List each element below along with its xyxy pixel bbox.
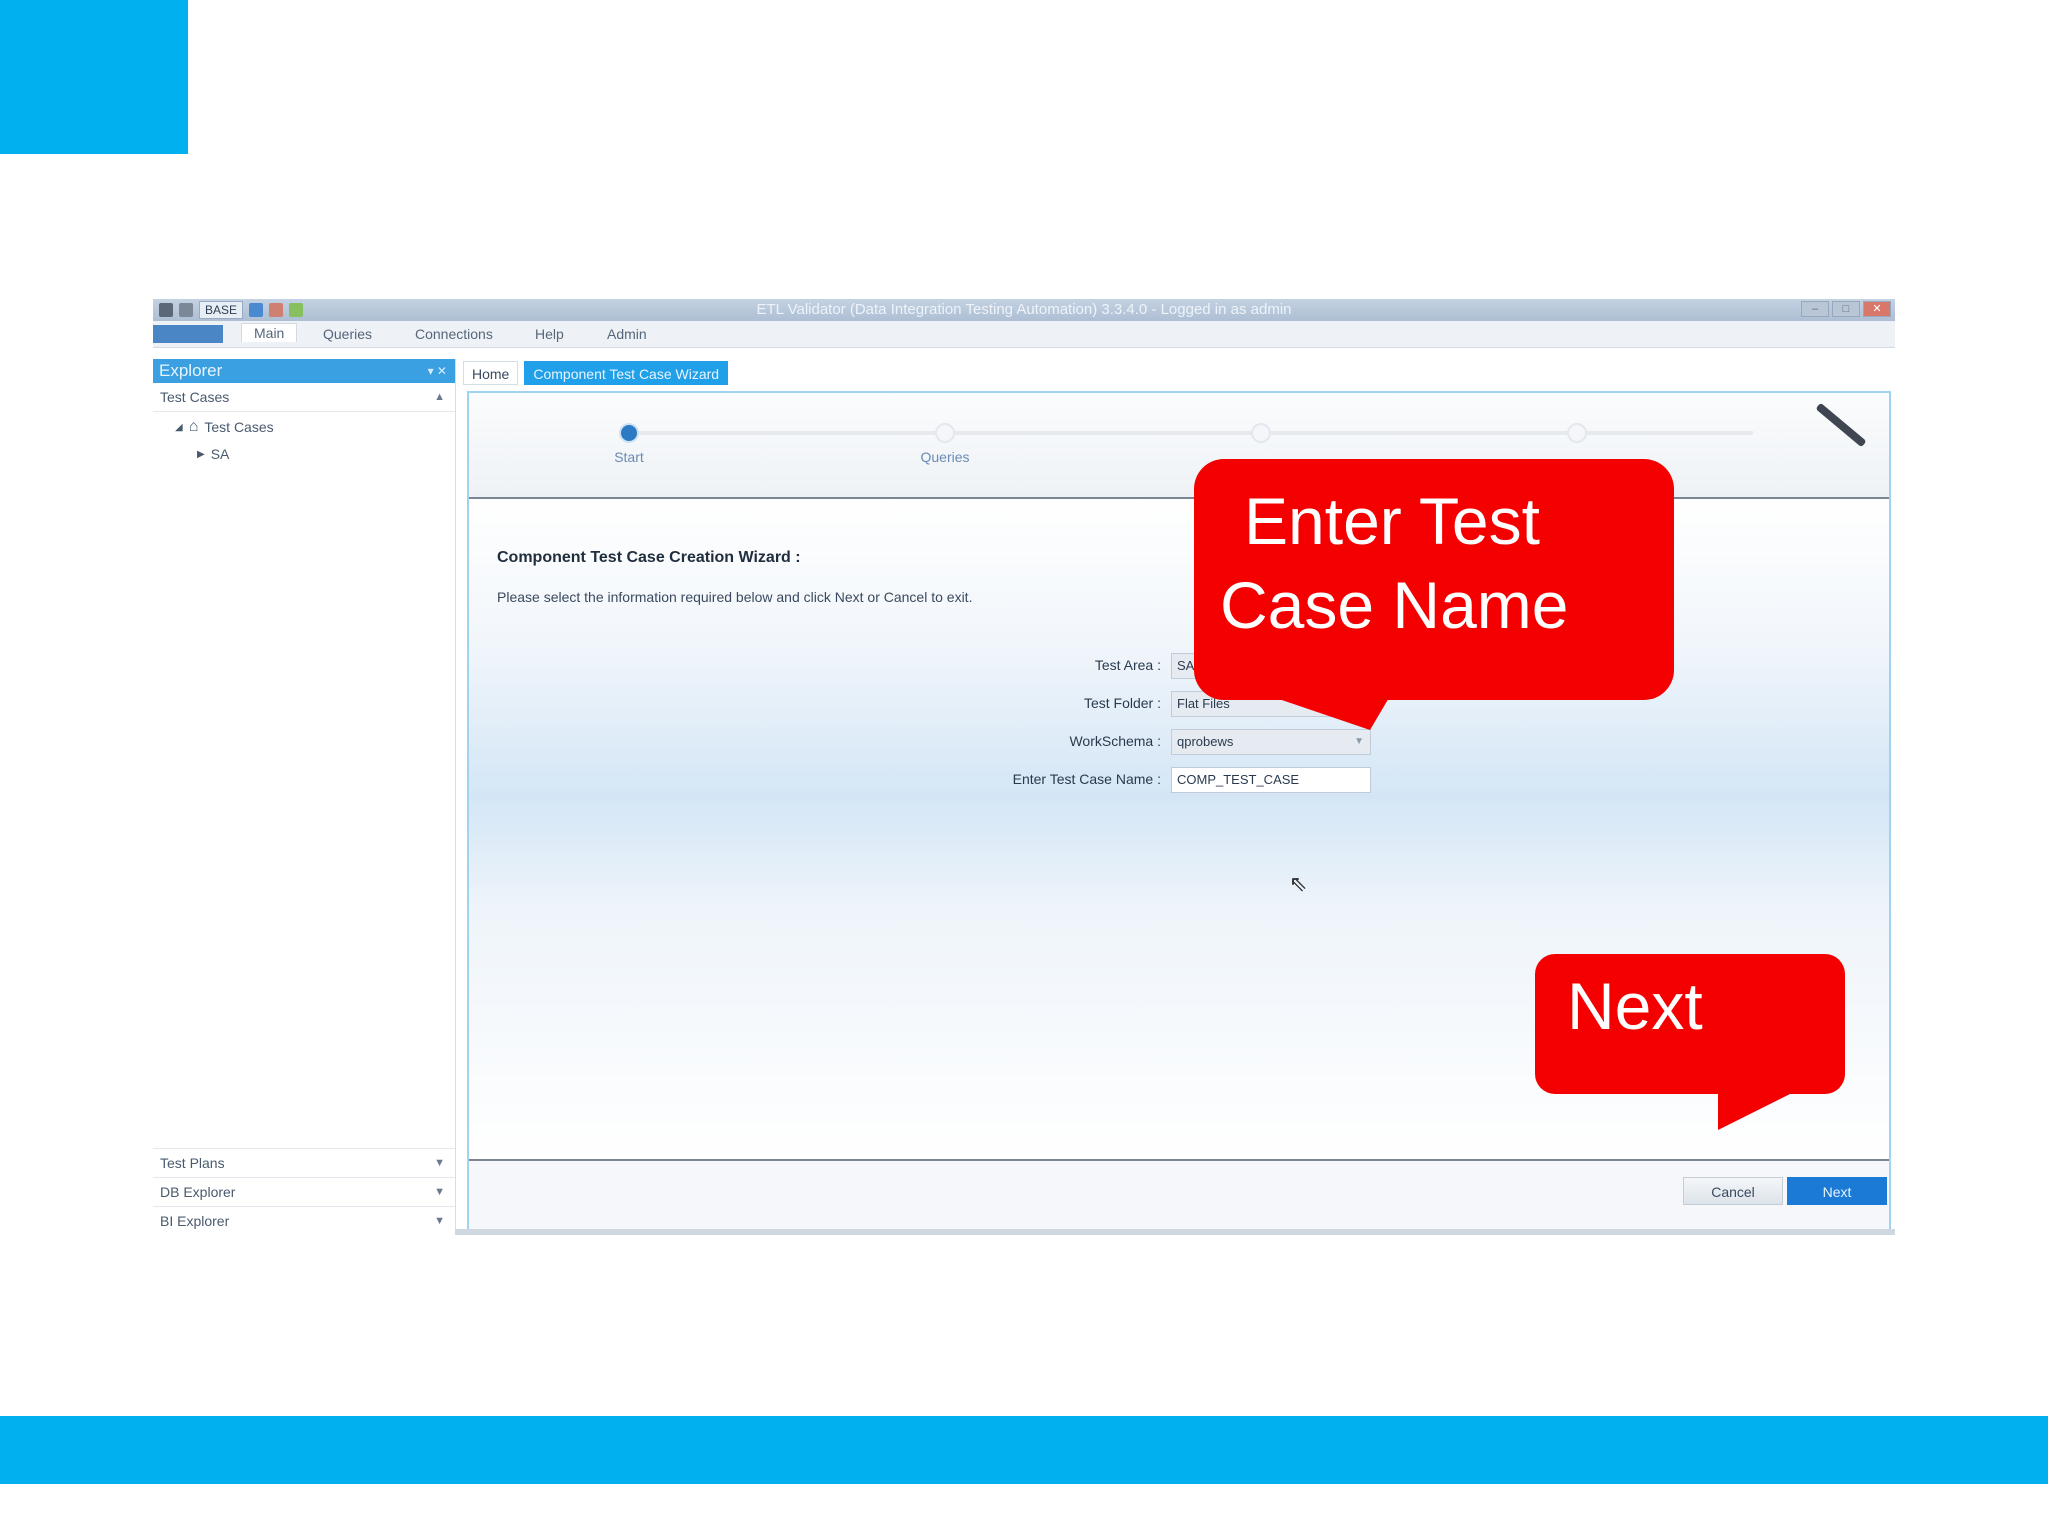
chevron-up-icon[interactable]: ▲ <box>434 383 445 411</box>
section-label: DB Explorer <box>160 1184 236 1200</box>
field-value: COMP_TEST_CASE <box>1177 772 1300 787</box>
test-cases-section[interactable]: Test Cases ▲ <box>153 383 455 412</box>
tree-node-label: Test Cases <box>204 419 274 435</box>
document-tabs: Home Component Test Case Wizard <box>463 361 729 385</box>
section-label: Test Plans <box>160 1155 225 1171</box>
callout-tail <box>1718 1090 1798 1130</box>
step-dot-4 <box>1567 423 1587 443</box>
step-label-start: Start <box>614 449 644 465</box>
slide-accent-bar <box>0 1416 2048 1484</box>
explorer-title: Explorer <box>159 361 223 380</box>
app-window: BASE ETL Validator (Data Integration Tes… <box>153 299 1895 1235</box>
wizard-instructions: Please select the information required b… <box>497 589 973 605</box>
wand-icon <box>1815 402 1867 448</box>
tree-node-sa[interactable]: ▶ SA <box>197 446 229 462</box>
explorer-header: Explorer ▾ ✕ <box>153 359 455 383</box>
tab-component-test-case-wizard[interactable]: Component Test Case Wizard <box>524 361 729 385</box>
test-area-label: Test Area : <box>1094 657 1161 673</box>
title-bar: BASE ETL Validator (Data Integration Tes… <box>153 299 1895 321</box>
tab-queries[interactable]: Queries <box>323 326 372 342</box>
callout-enter-test-case-name: Enter Test Case Name <box>1194 459 1674 700</box>
callout-tail <box>1270 696 1390 730</box>
tab-admin[interactable]: Admin <box>607 326 647 342</box>
workschema-label: WorkSchema : <box>1069 733 1161 749</box>
step-dot-3 <box>1251 423 1271 443</box>
pin-icon[interactable]: ▾ ✕ <box>428 359 447 383</box>
field-value: qprobews <box>1177 734 1234 749</box>
callout-next: Next <box>1535 954 1845 1094</box>
expand-icon[interactable]: ▶ <box>197 449 205 460</box>
test-folder-label: Test Folder : <box>1083 695 1161 711</box>
collapse-icon[interactable]: ◢ <box>175 422 183 433</box>
ribbon-tabs: Main Queries Connections Help Admin <box>153 321 1895 348</box>
chevron-down-icon[interactable]: ▼ <box>434 1149 445 1177</box>
home-icon: ⌂ <box>188 418 199 435</box>
callout-text: Next <box>1567 969 1703 1043</box>
callout-line-1: Enter Test <box>1244 484 1540 558</box>
slide-accent-square <box>0 0 188 154</box>
field-value: SA <box>1177 658 1195 673</box>
explorer-sections: Test Plans ▼ DB Explorer ▼ BI Explorer ▼ <box>153 1148 455 1235</box>
maximize-icon[interactable]: □ <box>1832 301 1860 317</box>
section-label: Test Cases <box>160 389 230 405</box>
status-bar <box>455 1229 1895 1235</box>
tab-help[interactable]: Help <box>535 326 564 342</box>
cancel-button[interactable]: Cancel <box>1683 1177 1783 1205</box>
chevron-down-icon[interactable]: ▼ <box>434 1178 445 1206</box>
minimize-icon[interactable]: – <box>1801 301 1829 317</box>
callout-line-2: Case Name <box>1220 568 1569 642</box>
section-test-plans[interactable]: Test Plans ▼ <box>153 1148 455 1178</box>
test-case-name-label: Enter Test Case Name : <box>1012 771 1161 787</box>
file-menu-button[interactable] <box>153 325 223 343</box>
wizard-heading: Component Test Case Creation Wizard : <box>497 549 801 566</box>
tab-home[interactable]: Home <box>463 361 519 385</box>
section-bi-explorer[interactable]: BI Explorer ▼ <box>153 1207 455 1235</box>
test-case-tree: ◢ ⌂ Test Cases ▶ SA <box>153 412 455 1112</box>
tree-node-test-cases[interactable]: ◢ ⌂ Test Cases <box>175 418 274 436</box>
step-label-queries: Queries <box>920 449 970 465</box>
close-icon[interactable]: ✕ <box>1863 301 1891 317</box>
tab-main[interactable]: Main <box>241 323 298 342</box>
next-button[interactable]: Next <box>1787 1177 1887 1205</box>
step-dot-queries <box>935 423 955 443</box>
mouse-cursor-icon: ⇖ <box>1289 871 1308 896</box>
chevron-down-icon[interactable]: ▼ <box>434 1207 445 1235</box>
tree-node-label: SA <box>210 446 230 462</box>
test-case-name-input[interactable]: COMP_TEST_CASE <box>1171 767 1371 793</box>
wizard-panel: Start Queries Component Test Case Creati… <box>467 391 1891 1235</box>
chevron-down-icon[interactable]: ▼ <box>1354 730 1364 754</box>
workschema-select[interactable]: qprobews ▼ <box>1171 729 1371 755</box>
section-label: BI Explorer <box>160 1213 230 1229</box>
window-title: ETL Validator (Data Integration Testing … <box>756 301 1292 318</box>
step-dot-start <box>619 423 639 443</box>
wizard-footer: Cancel Next <box>469 1159 1889 1233</box>
wizard-steps: Start Queries <box>469 393 1889 499</box>
window-controls: – □ ✕ <box>1801 301 1891 317</box>
explorer-panel: Explorer ▾ ✕ Test Cases ▲ ◢ ⌂ Test Cases… <box>153 359 456 1235</box>
tab-connections[interactable]: Connections <box>415 326 493 342</box>
section-db-explorer[interactable]: DB Explorer ▼ <box>153 1178 455 1207</box>
